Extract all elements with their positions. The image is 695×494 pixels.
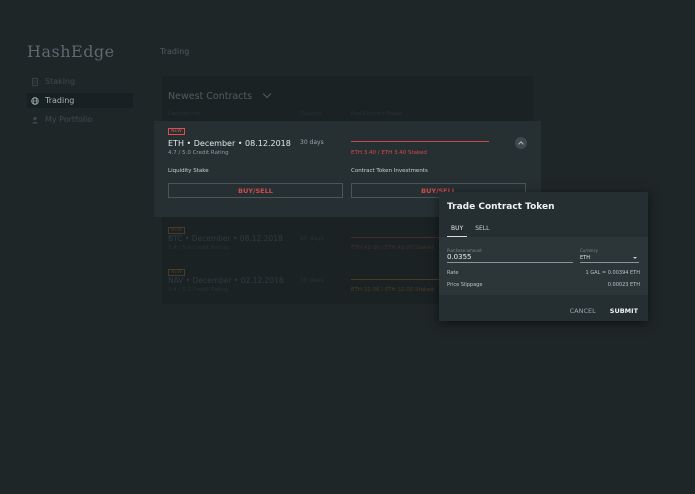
contract-name: ETH • December • 08.12.2018 [168,139,291,148]
purchase-amount-underline [447,262,573,263]
new-badge: NEW [168,227,185,234]
globe-icon [31,96,39,105]
contract-duration: 60 days [300,235,324,242]
credit-rating: 4.7 / 5.0 Credit Rating [168,150,229,156]
chevron-up-icon [518,141,524,147]
tab-buy[interactable]: BUY [447,225,468,237]
submit-button[interactable]: SUBMIT [610,307,638,315]
sidebar-nav: Staking Trading My Portfolio [27,74,133,131]
sidebar-item-label: Staking [45,77,76,86]
credit-rating: 3.4 / 5.0 Credit Rating [168,287,229,293]
stake-status: ETH 32.00 / ETH 32.00 Staked [351,287,434,293]
contract-name: BTC • December • 08.12.2018 [168,234,283,243]
column-header-stakes: Pool Contract Stakes [351,111,403,117]
dialog-actions: CANCEL SUBMIT [570,307,638,315]
trade-contract-token-dialog: Trade Contract Token BUY SELL Purchase a… [439,192,648,321]
currency-underline [580,262,639,263]
column-header-duration: Duration [300,111,322,117]
contract-duration: 30 days [300,139,324,146]
sidebar-item-my-portfolio[interactable]: My Portfolio [27,112,133,127]
new-badge: NEW [168,269,185,276]
contract-duration: 30 days [300,277,324,284]
tab-sell[interactable]: SELL [471,225,493,237]
rate-value: 1 GAL = 0.00394 ETH [585,270,640,276]
contract-name: NAV • December • 02.12.2018 [168,276,284,285]
stake-progress-bar [351,141,489,142]
person-icon [32,116,38,123]
dialog-title: Trade Contract Token [447,202,555,212]
trade-form: Purchase amount 0.0355 Currency ETH Rate… [439,237,648,295]
price-slippage-value: 0.00023 ETH [607,282,640,288]
stake-status: ETH 3.40 / ETH 3.40 Staked [351,150,427,156]
stake-status: ETH 42.00 / ETH 42.00 Staked [351,245,434,251]
dropdown-arrow-icon[interactable] [633,257,637,259]
chevron-down-icon[interactable] [262,89,272,99]
column-header-info: Contract Info [168,111,201,117]
purchase-amount-input[interactable]: 0.0355 [447,253,472,261]
currency-label: Currency [580,248,599,253]
sidebar-item-trading[interactable]: Trading [27,93,133,108]
contracts-title: Newest Contracts [168,90,253,102]
liquidity-stake-label: Liquidity Stake [168,168,209,174]
sidebar-item-label: Trading [45,96,75,105]
price-slippage-label: Price Slippage [447,282,483,288]
currency-select[interactable]: ETH [580,255,590,261]
sidebar-item-label: My Portfolio [45,115,93,124]
trade-tabs: BUY SELL [447,225,497,237]
credit-rating: 3.4 / 5.0 Credit Rating [168,245,229,251]
new-badge: NEW [168,128,185,135]
document-icon [32,77,38,86]
rate-label: Rate [447,270,459,276]
sidebar-item-staking[interactable]: Staking [27,74,133,89]
collapse-button[interactable] [515,137,527,149]
token-investments-label: Contract Token Investments [351,168,428,174]
app-logo: HashEdge [27,42,115,61]
cancel-button[interactable]: CANCEL [570,307,596,315]
liquidity-buy-sell-button[interactable]: BUY/SELL [168,183,343,198]
page-title: Trading [160,47,190,56]
